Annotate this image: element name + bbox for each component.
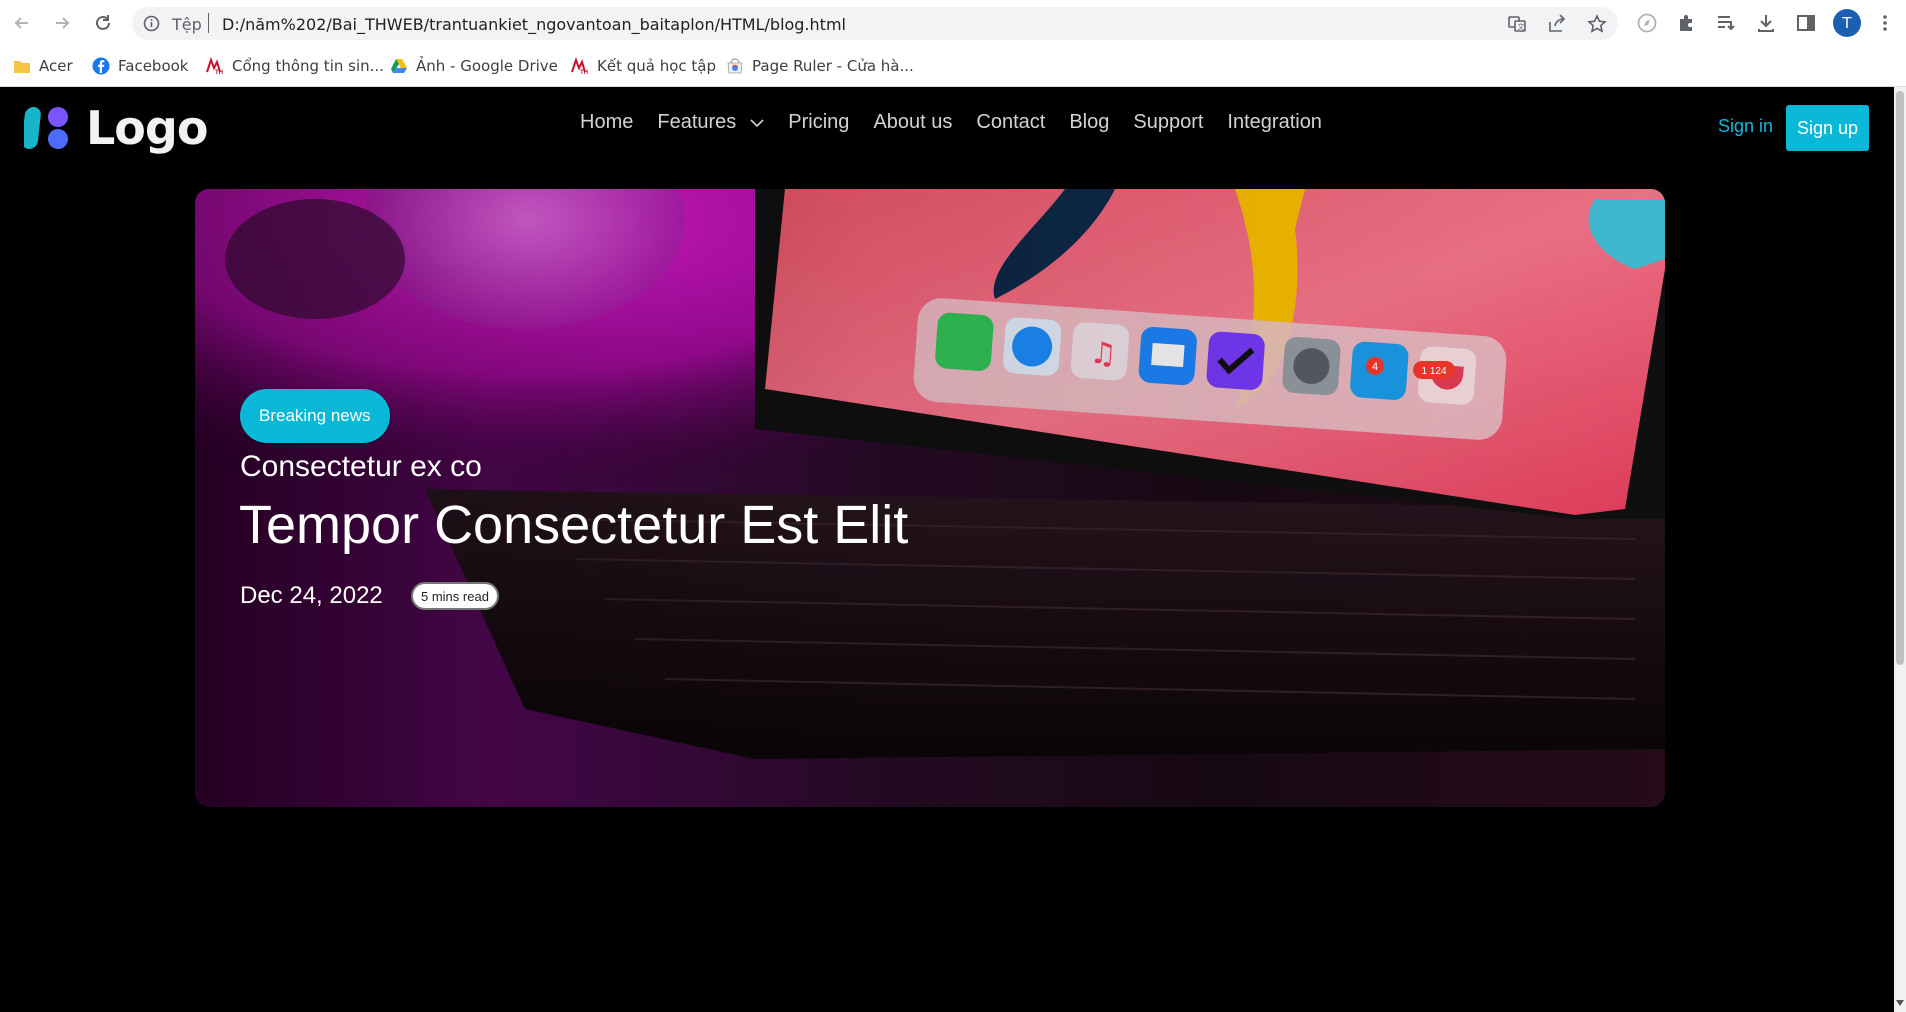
reload-button[interactable] (91, 11, 115, 35)
nav-pricing[interactable]: Pricing (788, 111, 849, 134)
info-icon[interactable] (143, 15, 160, 32)
browser-toolbar: Tệp D:/năm%202/Bai_THWEB/trantuankiet_ng… (0, 0, 1906, 46)
nav-label: Contact (976, 111, 1046, 133)
nav-label: Home (580, 111, 634, 133)
nav-home[interactable]: Home (580, 111, 633, 134)
address-bar[interactable]: Tệp D:/năm%202/Bai_THWEB/trantuankiet_ng… (132, 7, 1618, 40)
download-icon[interactable] (1755, 12, 1777, 34)
main-nav: Home Features Pricing About us Contact B… (580, 111, 1322, 134)
reading-list-icon[interactable] (1715, 12, 1737, 34)
bookmark-label: Kết quả học tập (597, 57, 716, 75)
bookmark-google-drive[interactable]: Ảnh - Google Drive (390, 54, 558, 78)
logo-mark-icon (24, 107, 68, 149)
breaking-news-badge[interactable]: Breaking news (240, 389, 390, 443)
bookmark-star-icon[interactable] (1587, 14, 1607, 34)
bookmark-facebook[interactable]: Facebook (92, 54, 188, 78)
bookmark-ket-qua-hoc-tap[interactable]: TH Kết quả học tập (571, 54, 716, 78)
sign-in-link[interactable]: Sign in (1718, 116, 1773, 137)
bookmark-label: Facebook (118, 57, 189, 75)
share-icon[interactable] (1547, 14, 1567, 34)
nav-label: About us (873, 111, 953, 133)
nav-contact[interactable]: Contact (976, 111, 1045, 134)
reload-icon (96, 15, 110, 30)
url-scheme-label: Tệp (172, 15, 202, 34)
kebab-menu-icon[interactable] (1874, 12, 1896, 34)
nav-features[interactable]: Features (657, 111, 764, 134)
university-icon: TH (206, 57, 223, 75)
hero-subtitle: Consectetur ex co (240, 450, 482, 483)
folder-icon (14, 61, 30, 73)
google-drive-icon (391, 59, 407, 73)
compass-extension-icon[interactable] (1636, 12, 1658, 34)
nav-integration[interactable]: Integration (1227, 111, 1322, 134)
chevron-down-icon (750, 118, 764, 127)
nav-label: Blog (1069, 111, 1110, 133)
bookmark-acer[interactable]: Acer (13, 54, 73, 78)
post-date: Dec 24, 2022 (240, 582, 383, 609)
page-viewport: Logo Home Features Pricing About us Cont… (0, 87, 1894, 1012)
arrow-left-icon (14, 17, 28, 29)
nav-label: Pricing (788, 111, 850, 133)
read-time-badge: 5 mins read (411, 582, 499, 610)
chrome-webstore-icon (727, 58, 743, 74)
side-panel-icon[interactable] (1795, 12, 1817, 34)
url-separator (208, 13, 209, 33)
arrow-right-icon (56, 17, 70, 29)
bookmark-page-ruler[interactable]: Page Ruler - Cửa hà... (726, 54, 914, 78)
logo-text: Logo (86, 101, 208, 155)
bookmark-cong-thong-tin[interactable]: TH Cổng thông tin sin... (206, 54, 384, 78)
svg-text:TH: TH (215, 70, 223, 75)
nav-label: Features (657, 111, 737, 133)
back-button[interactable] (10, 11, 34, 35)
nav-label: Support (1133, 111, 1204, 133)
extensions-puzzle-icon[interactable] (1676, 12, 1698, 34)
hero-card[interactable]: ♫ 41 124 Breaking news Consectetur ex co… (195, 189, 1665, 807)
sign-up-button[interactable]: Sign up (1786, 105, 1869, 151)
nav-blog[interactable]: Blog (1069, 111, 1109, 134)
bookmarks-bar: Acer Facebook TH Cổng thông tin sin... Ả… (0, 46, 1906, 87)
hero-title[interactable]: Tempor Consectetur Est Elit (239, 494, 908, 556)
scroll-down-arrow-icon[interactable] (1896, 1000, 1904, 1006)
svg-text:TH: TH (580, 70, 588, 75)
svg-text:文: 文 (1518, 22, 1525, 31)
bookmark-label: Ảnh - Google Drive (416, 57, 558, 75)
bookmark-label: Page Ruler - Cửa hà... (752, 57, 914, 75)
url-text[interactable]: D:/năm%202/Bai_THWEB/trantuankiet_ngovan… (222, 15, 846, 34)
bookmark-label: Cổng thông tin sin... (232, 57, 384, 75)
site-logo[interactable]: Logo (24, 101, 208, 155)
scrollbar-thumb[interactable] (1896, 91, 1904, 665)
page-scrollbar[interactable] (1894, 87, 1906, 1012)
nav-support[interactable]: Support (1133, 111, 1203, 134)
translate-icon[interactable]: 文 (1507, 14, 1527, 34)
forward-button[interactable] (50, 11, 74, 35)
bookmark-label: Acer (39, 57, 73, 75)
browser-chrome: Tệp D:/năm%202/Bai_THWEB/trantuankiet_ng… (0, 0, 1906, 87)
nav-label: Integration (1227, 111, 1322, 133)
facebook-icon (92, 57, 110, 75)
nav-about-us[interactable]: About us (873, 111, 952, 134)
university-icon: TH (571, 57, 588, 75)
profile-avatar[interactable]: T (1833, 9, 1861, 37)
